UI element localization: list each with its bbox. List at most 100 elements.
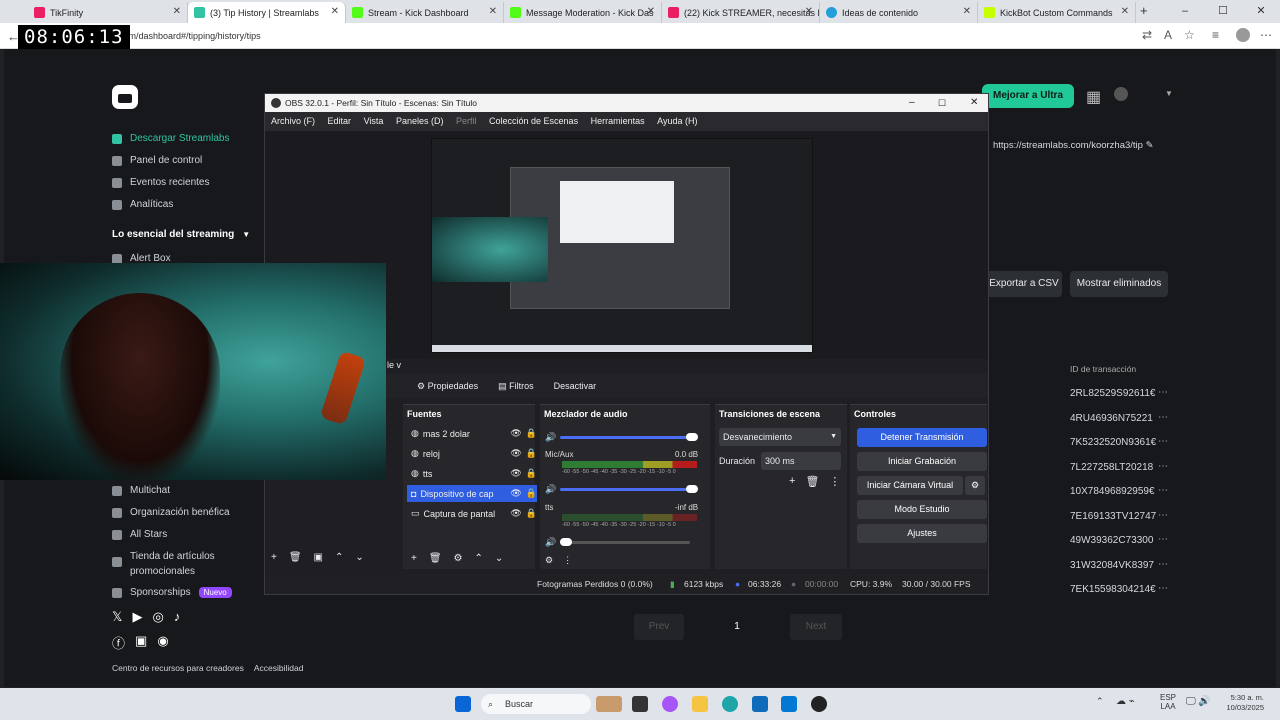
add-icon[interactable]: + [271,552,277,563]
minimize-icon[interactable]: – [1166,0,1204,23]
translate-icon[interactable]: ⇄ [1142,28,1152,42]
gear-icon[interactable]: ⚙ [454,553,463,564]
tab-youtube[interactable]: (22) Kick STREAMER, necesitas K ✕ [662,2,820,23]
lock-icon[interactable]: 🔒 [526,508,537,519]
close-icon[interactable]: ✕ [331,6,339,17]
linkedin-icon[interactable]: ▣ [135,633,147,652]
trash-icon[interactable]: 🗑 [805,475,819,488]
properties-button[interactable]: ⚙ Propiedades [411,378,484,395]
menu-vista[interactable]: Vista [364,116,384,126]
close-icon[interactable]: ✕ [489,6,497,17]
tip-page-url[interactable]: https://streamlabs.com/koorzha3/tip ✎ [993,140,1154,151]
obs-taskbar-icon[interactable] [811,696,827,712]
duration-input[interactable]: 300 ms [761,452,841,470]
prev-page-button[interactable]: Prev [634,614,684,640]
row-menu-icon[interactable]: ⋯ [1158,436,1168,447]
virtual-camera-button[interactable]: Iniciar Cámara Virtual [857,476,963,495]
current-page[interactable]: 1 [726,614,748,640]
show-deleted-button[interactable]: Mostrar eliminados [1070,271,1168,297]
eye-icon[interactable]: 👁 [510,428,521,439]
tab-ideas[interactable]: Ideas de contenido ✕ [820,2,978,23]
slider-knob[interactable] [686,485,698,493]
discord-icon[interactable]: ◉ [157,633,168,652]
x-twitter-icon[interactable]: 𝕏 [112,609,122,625]
mic-volume-slider[interactable] [560,488,690,491]
maximize-icon[interactable]: ☐ [1204,0,1242,23]
studio-mode-button[interactable]: Modo Estudio [857,500,987,519]
row-menu-icon[interactable]: ⋯ [1158,461,1168,472]
taskbar-search[interactable]: ⌕ Buscar [481,694,591,714]
row-menu-icon[interactable]: ⋯ [1158,559,1168,570]
outlook-icon[interactable] [781,696,797,712]
export-csv-button[interactable]: Exportar a CSV [986,271,1062,297]
apps-grid-icon[interactable]: ▦ [1086,87,1101,107]
network-volume-icon[interactable]: 🖵 🔊 [1186,696,1211,707]
lock-icon[interactable]: 🔒 [526,468,537,479]
volume-slider[interactable] [560,436,690,439]
lock-icon[interactable]: 🔒 [526,428,537,439]
instagram-icon[interactable]: ◎ [152,609,163,625]
settings-button[interactable]: Ajustes [857,524,987,543]
windows-start-icon[interactable] [455,696,471,712]
store-icon[interactable] [752,696,768,712]
eye-icon[interactable]: 👁 [510,468,521,479]
eye-icon[interactable]: 👁 [510,508,521,519]
mixer-settings-icon[interactable]: ⚙ [545,555,553,566]
tray-chevron-icon[interactable]: ⌃ [1096,696,1104,707]
filter-icon[interactable]: ▣ [314,552,323,563]
close-icon[interactable]: ✕ [805,6,813,17]
source-mas2dolar[interactable]: ◍ mas 2 dolar 👁 🔒 [407,425,537,442]
row-menu-icon[interactable]: ⋯ [1158,485,1168,496]
add-icon[interactable]: + [411,553,417,564]
trash-icon[interactable]: 🗑 [429,553,442,564]
tab-streamlabs[interactable]: (3) Tip History | Streamlabs ✕ [188,2,346,23]
tts-volume-slider[interactable] [560,541,690,544]
next-page-button[interactable]: Next [790,614,842,640]
tab-kick-moderation[interactable]: Message Moderation - Kick Das ✕ [504,2,662,23]
collections-icon[interactable]: ≡ [1212,28,1219,42]
up-icon[interactable]: ⌃ [475,553,483,564]
maximize-icon[interactable]: ☐ [938,94,946,112]
row-menu-icon[interactable]: ⋯ [1158,534,1168,545]
transition-select[interactable]: Desvanecimiento ▼ [719,428,841,446]
close-icon[interactable]: ✕ [173,6,181,17]
minimize-icon[interactable]: – [909,94,915,112]
tray-icons[interactable]: ☁ ⌁ [1116,696,1135,707]
more-icon[interactable]: ⋮ [829,475,840,488]
menu-editar[interactable]: Editar [328,116,352,126]
edge-icon[interactable] [722,696,738,712]
eye-icon[interactable]: 👁 [510,448,521,459]
copilot-icon[interactable] [662,696,678,712]
nav-merch[interactable]: Tienda de artículos promocionales [112,551,215,577]
menu-perfil[interactable]: Perfil [456,116,477,126]
notifications-icon[interactable] [1114,87,1128,101]
close-icon[interactable]: ✕ [647,6,655,17]
nav-all-stars[interactable]: All Stars [112,529,167,540]
creator-resources-link[interactable]: Centro de recursos para creadores [112,663,244,673]
menu-herramientas[interactable]: Herramientas [591,116,645,126]
start-recording-button[interactable]: Iniciar Grabación [857,452,987,471]
deactivate-button[interactable]: Desactivar [548,378,603,394]
trash-icon[interactable]: 🗑 [289,552,302,563]
nav-section-essentials[interactable]: Lo esencial del streaming ▼ [112,229,250,240]
menu-archivo[interactable]: Archivo (F) [271,116,315,126]
stream-preview[interactable] [431,138,813,353]
nav-multichat[interactable]: Multichat [112,485,170,496]
facebook-icon[interactable]: ⓕ [112,633,125,652]
taskbar-clock[interactable]: 5:30 a. m. 10/03/2025 [1220,693,1264,713]
file-explorer-icon[interactable] [692,696,708,712]
add-icon[interactable]: + [789,475,795,488]
source-screen-capture[interactable]: ▭ Captura de pantal 👁 🔒 [407,505,537,522]
favorite-star-icon[interactable]: ☆ [1184,28,1195,42]
nav-charity[interactable]: Organización benéfica [112,507,230,518]
more-icon[interactable]: ⋮ [563,555,572,566]
filters-button[interactable]: ▤ Filtros [492,378,540,395]
edit-pencil-icon[interactable]: ✎ [1146,140,1154,151]
nav-download[interactable]: Descargar Streamlabs [112,133,229,144]
profile-avatar[interactable] [1236,28,1250,42]
down-icon[interactable]: ⌄ [495,553,503,564]
close-icon[interactable]: ✕ [970,94,978,112]
speaker-icon[interactable]: 🔊 [545,432,556,443]
source-capture-device[interactable]: ◘ Dispositivo de cap 👁 🔒 [407,485,537,502]
row-menu-icon[interactable]: ⋯ [1158,583,1168,594]
